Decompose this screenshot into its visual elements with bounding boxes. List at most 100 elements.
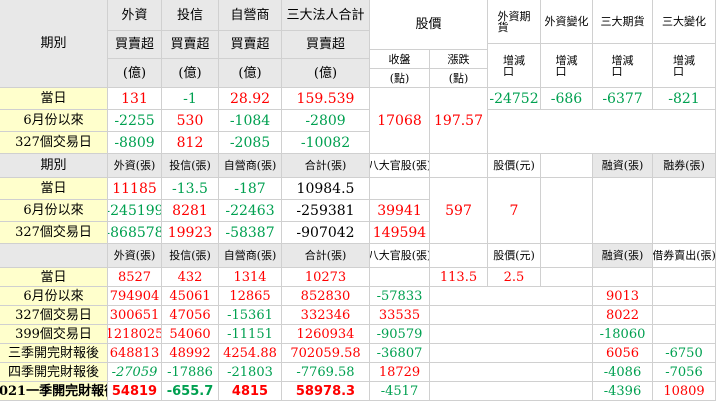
s3-dealer-value: -21803 [219,363,282,382]
s2-stock-header: 股價(元) [488,154,541,178]
s2-period-header: 期別 [0,154,108,178]
s3-stock-header: 股價(元) [488,244,541,268]
s2-short-header: 融券(張) [653,154,716,178]
s3-row-period: 6月份以來 [0,287,108,306]
s3-blank-c [430,382,593,401]
s2-foreign-value: -245199 [108,200,162,222]
s1-three-unit: (億) [282,59,370,88]
s3-trust-header: 投信(張) [162,244,219,268]
s2-price-value: 597 [430,178,488,244]
s3-trust-value: 45061 [162,287,219,306]
s3-margin-value: -18060 [593,325,653,344]
s2-trust-value: 8281 [162,200,219,222]
s1-fut-foreign-header: 外資期 貨 [488,0,541,44]
s3-price-chg-value: 2.5 [488,268,541,287]
s3-dealer-value: 1314 [219,268,282,287]
spreadsheet: 期別 外資 投信 自營商 三大法人合計 買賣超 買賣超 買賣超 買賣超 (億) (億) (億) (億) 股… [0,0,720,405]
s3-blank-c [430,344,593,363]
s3-foreign-value: 54819 [108,382,162,401]
s3-margin-value: -4086 [593,363,653,382]
s3-eight-value: -90579 [370,325,430,344]
s3-margin-value: 9013 [593,287,653,306]
s1-fut-three-chg-sub: 增減 口 [653,44,716,88]
s1-fut-foreign-value: -24752 [488,88,541,110]
s2-total-header: 合計(張) [282,154,370,178]
s1-dealer-value: -1084 [219,110,282,132]
s3-eight-value: -57833 [370,287,430,306]
s1-stock-header: 股價 [370,0,488,50]
s1-fut-foreign-chg-header: 外資變化 [541,0,593,44]
s2-eight-empty [370,178,430,200]
s1-fut-foreign-chg-sub: 增減 口 [541,44,593,88]
s1-fut-foreign-chg-value: -686 [541,88,593,110]
s1-row-period: 327個交易日 [0,132,108,154]
s2-total-value: -259381 [282,200,370,222]
s2-row-period: 327個交易日 [0,222,108,244]
s1-fut-three-value: -6377 [593,88,653,110]
s3-margin-value: -4396 [593,382,653,401]
s1-three-header: 三大法人合計 [282,0,370,31]
s1-trust-header: 投信 [162,0,219,31]
s2-blank-b [541,178,593,244]
s3-row-period: 2021一季開完財報後 [0,382,108,401]
s3-blank-c [430,287,593,306]
s3-blank-h [430,244,488,268]
s3-foreign-value: 8527 [108,268,162,287]
s1-foreign-value: -2255 [108,110,162,132]
s2-eight-value-2: 149594 [370,222,430,244]
s2-eight-value-1: 39941 [370,200,430,222]
s1-dealer-unit: (億) [219,59,282,88]
s3-margin-value: 8022 [593,306,653,325]
s3-row-period: 327個交易日 [0,306,108,325]
s2-margin-blank [593,178,653,244]
s3-margin-value: 6056 [593,344,653,363]
s1-blank-a [488,110,716,154]
s1-foreign-unit: (億) [108,59,162,88]
s3-total-value: -7769.58 [282,363,370,382]
s2-foreign-value: -868578 [108,222,162,244]
s3-blank-h2 [541,244,593,268]
s2-foreign-header: 外資(張) [108,154,162,178]
s3-row-period: 三季開完財報後 [0,344,108,363]
s2-blank-h [430,154,488,178]
s3-margin-header: 融資(張) [593,244,653,268]
s1-trust-value: 812 [162,132,219,154]
s3-total-value: 332346 [282,306,370,325]
s3-blank-c [430,306,593,325]
s1-total-value: -2809 [282,110,370,132]
s1-trust-sub: 買賣超 [162,31,219,59]
s1-row-period: 6月份以來 [0,110,108,132]
s3-lend-value: -6750 [653,344,716,363]
s3-trust-value: -17886 [162,363,219,382]
s3-eight-value: -4517 [370,382,430,401]
s2-dealer-header: 自營商(張) [219,154,282,178]
s1-dealer-value: 28.92 [219,88,282,110]
s2-total-value: 10984.5 [282,178,370,200]
s3-row-period: 當日 [0,268,108,287]
s3-row-period: 399個交易日 [0,325,108,344]
s1-fut-three-sub: 增減 口 [593,44,653,88]
s1-dealer-sub: 買賣超 [219,31,282,59]
s1-total-value: -10082 [282,132,370,154]
s3-eight-value [370,268,430,287]
s1-fut-three-header: 三大期貨 [593,0,653,44]
s1-close-header: 收盤 [370,50,430,69]
s2-eight-header: 八大官股(張) [370,154,430,178]
s3-dealer-value: -15361 [219,306,282,325]
s2-trust-value: 19923 [162,222,219,244]
s3-eight-value: -36807 [370,344,430,363]
s1-foreign-value: 131 [108,88,162,110]
s1-dealer-header: 自營商 [219,0,282,31]
s3-total-value: 702059.58 [282,344,370,363]
s3-total-value: 1260934 [282,325,370,344]
s1-trust-unit: (億) [162,59,219,88]
s3-trust-value: 54060 [162,325,219,344]
s3-dealer-header: 自營商(張) [219,244,282,268]
s3-price-value: 113.5 [430,268,488,287]
s3-row-period: 四季開完財報後 [0,363,108,382]
s2-margin-header: 融資(張) [593,154,653,178]
s2-total-value: -907042 [282,222,370,244]
s3-trust-value: 432 [162,268,219,287]
s3-eight-value: 18729 [370,363,430,382]
s3-blank-c [430,363,593,382]
